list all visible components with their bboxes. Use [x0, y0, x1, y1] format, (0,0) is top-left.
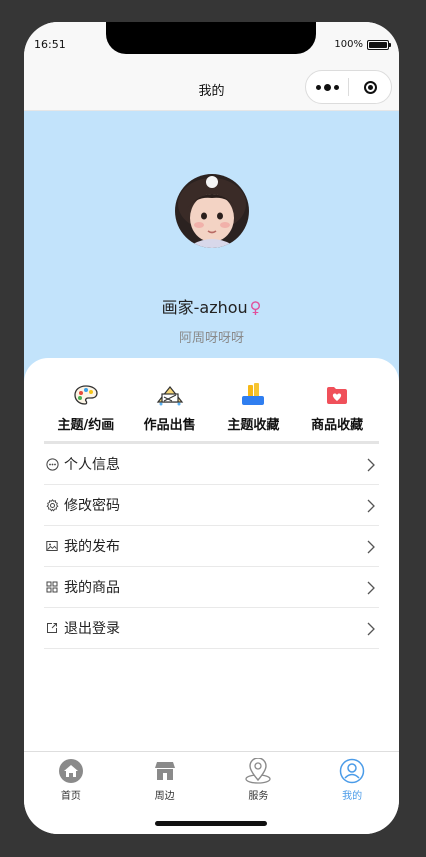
phone-screen: 16:51 100% 我的 画家-azhou ♀ 阿周呀呀呀 主题/约画 作品出… — [24, 22, 399, 834]
menu-item-logout[interactable]: 退出登录 — [44, 608, 379, 649]
avatar[interactable] — [175, 174, 249, 248]
chevron-right-icon — [367, 539, 375, 558]
home-indicator — [155, 821, 267, 826]
chevron-right-icon — [367, 580, 375, 599]
menu-item-my-posts[interactable]: 我的发布 — [44, 526, 379, 567]
tab-nearby[interactable]: 周边 — [118, 752, 212, 808]
shortcut-label: 商品收藏 — [311, 418, 364, 433]
menu-item-personal-info[interactable]: 个人信息 — [44, 444, 379, 485]
tab-services[interactable]: 服务 — [212, 752, 306, 808]
tab-home[interactable]: 首页 — [24, 752, 118, 808]
tab-label: 服务 — [248, 791, 269, 802]
menu-item-change-password[interactable]: 修改密码 — [44, 485, 379, 526]
store-icon — [154, 758, 176, 784]
chevron-right-icon — [367, 621, 375, 640]
chevron-right-icon — [367, 498, 375, 517]
menu-item-label: 修改密码 — [64, 498, 120, 514]
female-icon: ♀ — [249, 298, 262, 317]
user-icon — [339, 758, 365, 784]
shortcut-label: 主题/约画 — [57, 418, 115, 433]
more-button[interactable] — [306, 71, 348, 103]
gear-icon — [45, 498, 59, 512]
info-dots-icon — [45, 457, 59, 471]
settings-menu: 个人信息 修改密码 我的发布 我的商品 退出登录 — [44, 444, 379, 649]
notch — [106, 22, 316, 54]
menu-item-label: 我的发布 — [64, 539, 120, 555]
shortcut-theme-favorites[interactable]: 主题收藏 — [212, 382, 296, 438]
collection-box-icon — [241, 382, 265, 408]
palette-icon — [74, 382, 98, 408]
target-close-icon — [363, 80, 377, 94]
menu-item-label: 退出登录 — [64, 621, 120, 637]
top-bar: 16:51 100% 我的 — [24, 22, 399, 111]
shortcut-theme-commission[interactable]: 主题/约画 — [44, 382, 128, 438]
more-dots-icon — [315, 83, 339, 91]
tab-me[interactable]: 我的 — [305, 752, 399, 808]
artwork-sale-icon — [156, 382, 184, 408]
heart-folder-icon — [326, 382, 348, 408]
external-link-icon — [45, 621, 59, 635]
content-card: 主题/约画 作品出售 主题收藏 商品收藏 个人信息 修改密码 我的发布 我的商品… — [24, 358, 399, 750]
tab-label: 周边 — [154, 791, 175, 802]
username-row: 画家-azhou ♀ — [24, 294, 399, 318]
tab-label: 我的 — [342, 791, 363, 802]
user-subtitle: 阿周呀呀呀 — [178, 331, 244, 346]
tab-label: 首页 — [60, 791, 81, 802]
battery-status: 100% — [334, 39, 391, 50]
status-time: 16:51 — [34, 38, 66, 51]
battery-icon — [367, 39, 391, 50]
shortcut-product-favorites[interactable]: 商品收藏 — [295, 382, 379, 438]
tab-bar: 首页 周边 服务 我的 — [24, 751, 399, 834]
home-icon — [58, 758, 84, 784]
shortcut-label: 作品出售 — [143, 418, 196, 433]
profile-header: 画家-azhou ♀ 阿周呀呀呀 — [24, 111, 399, 381]
mini-program-capsule — [305, 70, 392, 104]
shortcut-label: 主题收藏 — [227, 418, 280, 433]
close-button[interactable] — [349, 71, 391, 103]
location-pin-icon — [244, 758, 272, 784]
shortcut-artwork-sale[interactable]: 作品出售 — [128, 382, 212, 438]
shortcut-row: 主题/约画 作品出售 主题收藏 商品收藏 — [44, 382, 379, 438]
chevron-right-icon — [367, 457, 375, 476]
grid-icon — [45, 580, 59, 594]
username: 画家-azhou — [161, 298, 248, 317]
menu-item-my-products[interactable]: 我的商品 — [44, 567, 379, 608]
battery-percentage: 100% — [334, 39, 363, 50]
image-icon — [45, 539, 59, 553]
menu-item-label: 个人信息 — [64, 457, 120, 473]
menu-item-label: 我的商品 — [64, 580, 120, 596]
